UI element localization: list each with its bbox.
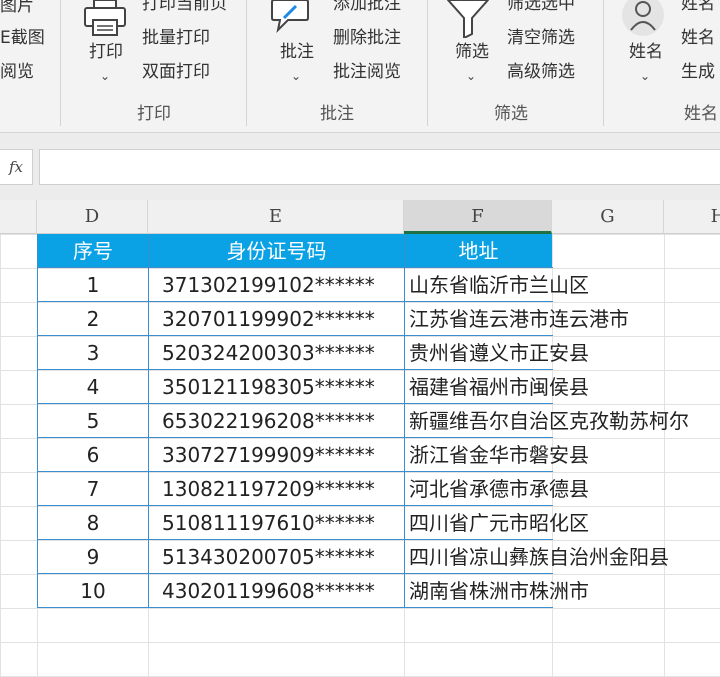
cell-id-number[interactable]: 513430200705******	[162, 540, 375, 574]
ribbon: 图片 E截图 阅览 打印 ⌄ 打印当前页 批量打印 双面打印 打印 批注 ⌄ 添…	[0, 0, 720, 133]
cell-id-number[interactable]: 320701199902******	[162, 302, 375, 336]
ribbon-separator	[246, 0, 247, 126]
table-border	[37, 539, 553, 540]
comment-icon[interactable]	[270, 0, 310, 40]
chevron-down-icon[interactable]: ⌄	[640, 70, 650, 82]
cell-address[interactable]: 四川省凉山彝族自治州金阳县	[409, 540, 669, 574]
print-button[interactable]: 打印	[89, 42, 123, 62]
person-icon[interactable]	[620, 0, 666, 40]
table-header-id-number[interactable]: 身份证号码	[149, 234, 404, 268]
table-border	[37, 301, 553, 302]
table-border	[404, 234, 405, 608]
ribbon-partial-image[interactable]: 图片	[0, 0, 34, 16]
comment-review-button[interactable]: 批注阅览	[333, 62, 401, 82]
cell-address[interactable]: 河北省承德市承德县	[409, 472, 589, 506]
cell-id-number[interactable]: 653022196208******	[162, 404, 375, 438]
column-header-partial[interactable]	[0, 200, 37, 234]
column-header-f[interactable]: F	[404, 200, 552, 234]
ribbon-partial-screenshot[interactable]: E截图	[0, 28, 45, 48]
print-current-page-button[interactable]: 打印当前页	[142, 0, 227, 14]
table-border	[37, 471, 553, 472]
clear-filter-button[interactable]: 清空筛选	[507, 28, 575, 48]
cell-id-number[interactable]: 330727199909******	[162, 438, 375, 472]
table-header-index[interactable]: 序号	[38, 234, 148, 268]
gridline	[664, 234, 665, 677]
cell-index[interactable]: 6	[38, 438, 148, 472]
column-header-g[interactable]: G	[552, 200, 664, 234]
table-border	[37, 573, 553, 574]
cell-index[interactable]: 8	[38, 506, 148, 540]
cell-id-number[interactable]: 510811197610******	[162, 506, 375, 540]
cell-index[interactable]: 1	[38, 268, 148, 302]
filter-group-label: 筛选	[494, 104, 528, 124]
cell-address[interactable]: 浙江省金华市磐安县	[409, 438, 589, 472]
cell-index[interactable]: 3	[38, 336, 148, 370]
comment-group-label: 批注	[320, 104, 354, 124]
cell-index[interactable]: 5	[38, 404, 148, 438]
cell-address[interactable]: 贵州省遵义市正安县	[409, 336, 589, 370]
cell-id-number[interactable]: 130821197209******	[162, 472, 375, 506]
cell-address[interactable]: 福建省福州市闽侯县	[409, 370, 589, 404]
formula-bar: fx	[0, 133, 720, 200]
ribbon-separator	[603, 0, 604, 126]
table-border	[37, 437, 553, 438]
cell-address[interactable]: 山东省临沂市兰山区	[409, 268, 589, 302]
batch-print-button[interactable]: 批量打印	[142, 28, 210, 48]
ribbon-separator	[60, 0, 61, 126]
table-header-address[interactable]: 地址	[405, 234, 552, 268]
duplex-print-button[interactable]: 双面打印	[142, 62, 210, 82]
name-option-2[interactable]: 姓名	[681, 28, 715, 48]
table-border	[37, 335, 553, 336]
name-button[interactable]: 姓名	[629, 42, 663, 62]
cell-id-number[interactable]: 430201199608******	[162, 574, 375, 608]
cell-index[interactable]: 9	[38, 540, 148, 574]
cell-id-number[interactable]: 350121198305******	[162, 370, 375, 404]
cell-index[interactable]: 7	[38, 472, 148, 506]
column-header-e[interactable]: E	[148, 200, 404, 234]
chevron-down-icon[interactable]: ⌄	[291, 70, 301, 82]
add-comment-button[interactable]: 添加批注	[333, 0, 401, 14]
cell-address[interactable]: 四川省广元市昭化区	[409, 506, 589, 540]
advanced-filter-button[interactable]: 高级筛选	[507, 62, 575, 82]
column-header-h[interactable]: H	[664, 200, 720, 234]
table-border	[37, 267, 553, 268]
ribbon-separator	[427, 0, 428, 126]
cell-index[interactable]: 10	[38, 574, 148, 608]
printer-icon[interactable]	[82, 0, 128, 42]
delete-comment-button[interactable]: 删除批注	[333, 28, 401, 48]
table-border	[37, 607, 553, 608]
table-border	[37, 403, 553, 404]
comment-button[interactable]: 批注	[280, 42, 314, 62]
spreadsheet-grid[interactable]: D E F G H 序号 身份证号码 地址 1 371302199102****…	[0, 200, 720, 677]
column-header-d[interactable]: D	[37, 200, 148, 234]
insert-function-icon[interactable]: fx	[0, 149, 33, 185]
table-border	[37, 369, 553, 370]
table-border	[148, 234, 149, 608]
chevron-down-icon[interactable]: ⌄	[466, 70, 476, 82]
formula-input[interactable]	[39, 149, 720, 185]
cell-index[interactable]: 4	[38, 370, 148, 404]
print-group-label: 打印	[137, 104, 171, 124]
cell-id-number[interactable]: 520324200303******	[162, 336, 375, 370]
cell-id-number[interactable]: 371302199102******	[162, 268, 375, 302]
cell-index[interactable]: 2	[38, 302, 148, 336]
table-border	[37, 234, 38, 608]
column-header-bar: D E F G H	[0, 200, 720, 234]
table-border	[37, 505, 553, 506]
filter-icon[interactable]	[446, 0, 490, 42]
cell-address[interactable]: 新疆维吾尔自治区克孜勒苏柯尔	[409, 404, 689, 438]
filter-button[interactable]: 筛选	[455, 42, 489, 62]
name-option-1[interactable]: 姓名	[681, 0, 715, 14]
filter-selected-button[interactable]: 筛选选中	[507, 0, 575, 14]
ribbon-partial-preview[interactable]: 阅览	[0, 62, 34, 82]
chevron-down-icon[interactable]: ⌄	[100, 70, 110, 82]
cell-address[interactable]: 湖南省株洲市株洲市	[409, 574, 589, 608]
cell-address[interactable]: 江苏省连云港市连云港市	[409, 302, 629, 336]
name-option-3[interactable]: 生成	[681, 62, 715, 82]
name-group-label: 姓名	[684, 104, 718, 124]
